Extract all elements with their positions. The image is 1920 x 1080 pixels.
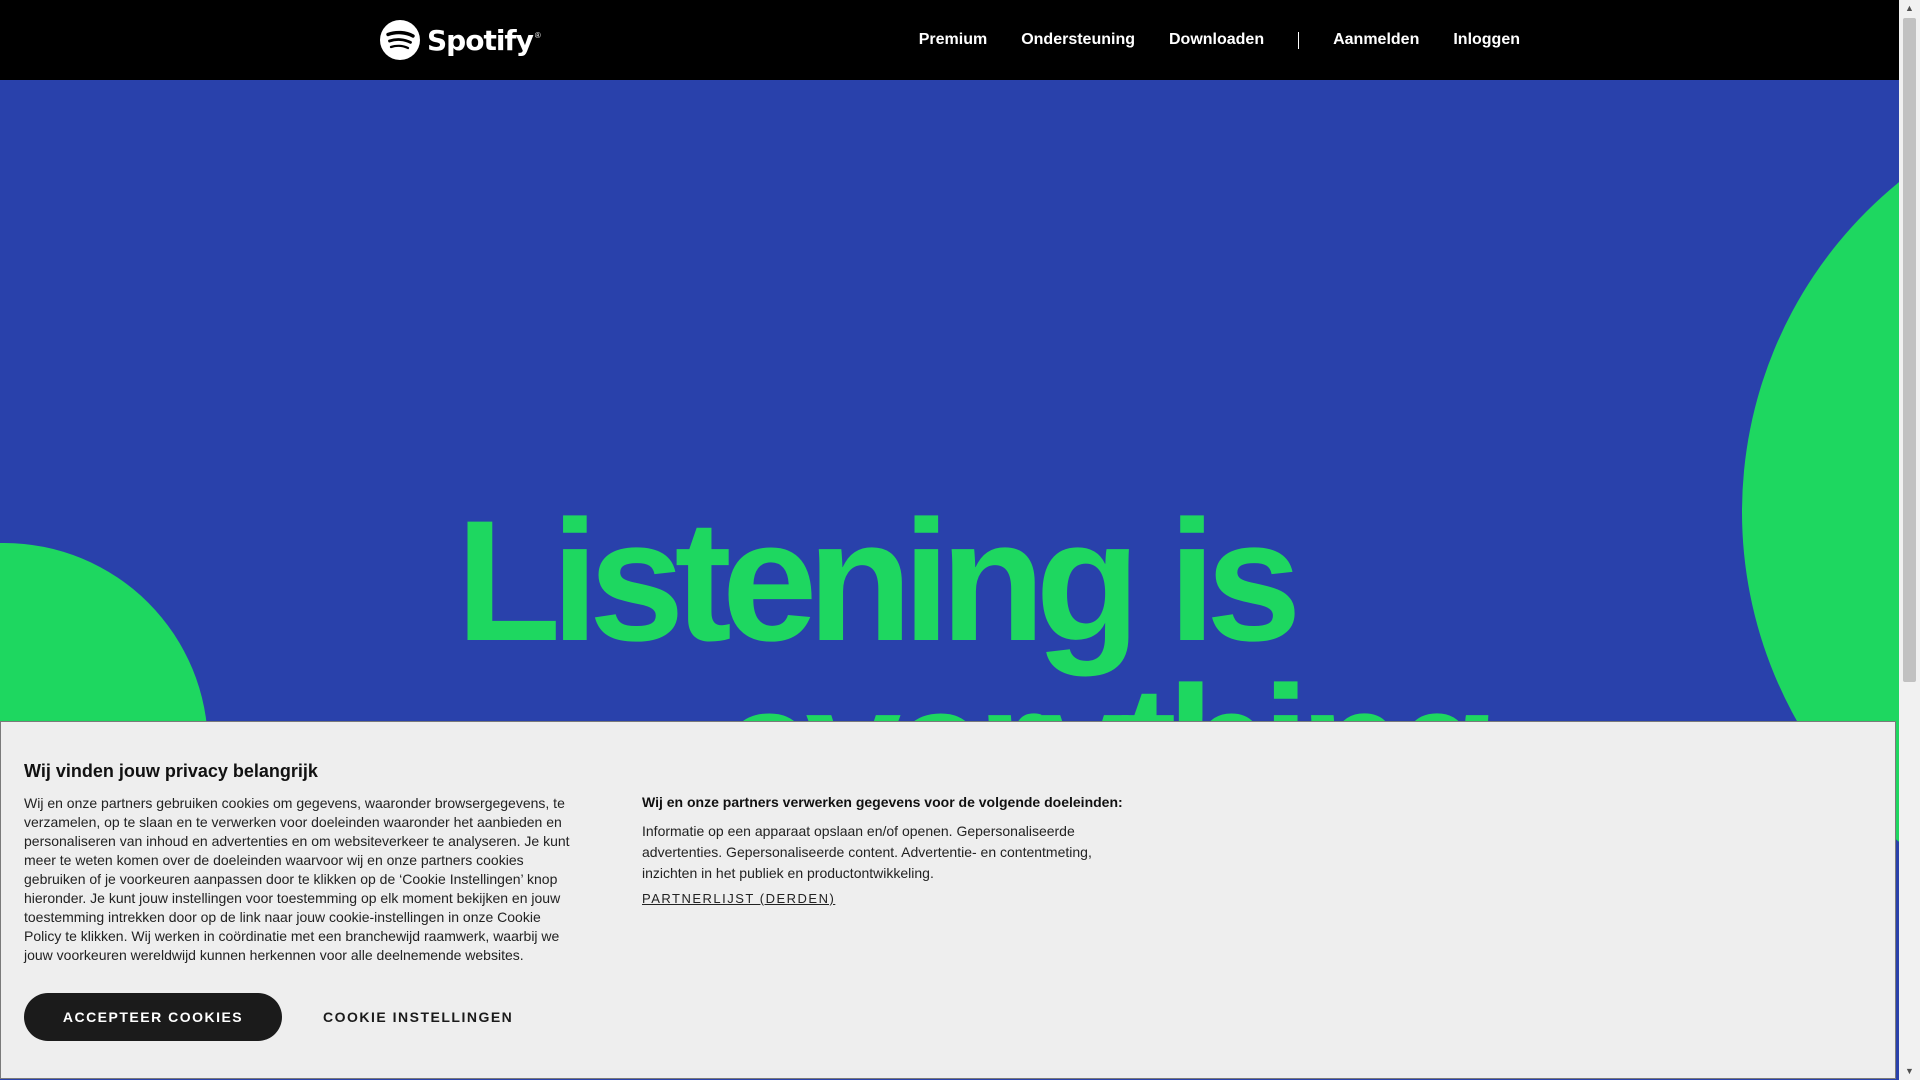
spotify-logo-icon bbox=[380, 20, 420, 60]
page-scrollbar[interactable]: ▲ ▼ bbox=[1899, 0, 1920, 1080]
scroll-up-arrow-icon[interactable]: ▲ bbox=[1899, 0, 1920, 17]
nav-divider bbox=[1298, 31, 1300, 49]
cookie-consent-banner: Wij vinden jouw privacy belangrijk Wij e… bbox=[0, 721, 1896, 1079]
cookie-banner-description: Wij en onze partners gebruiken cookies o… bbox=[24, 795, 570, 963]
nav-support-link[interactable]: Ondersteuning bbox=[1021, 31, 1135, 49]
nav-download-link[interactable]: Downloaden bbox=[1169, 31, 1264, 49]
cookie-settings-button[interactable]: COOKIE INSTELLINGEN bbox=[323, 993, 513, 1041]
nav-premium-link[interactable]: Premium bbox=[919, 31, 987, 49]
scroll-down-arrow-icon[interactable]: ▼ bbox=[1899, 1063, 1920, 1080]
nav-signup-link[interactable]: Aanmelden bbox=[1333, 31, 1419, 49]
page-viewport: Spotify ® Premium Ondersteuning Download… bbox=[0, 0, 1899, 1080]
hero-headline-line-1: Listening is bbox=[456, 485, 1302, 678]
scrollbar-thumb[interactable] bbox=[1903, 18, 1916, 682]
cookie-purposes-text: Informatie op een apparaat opslaan en/of… bbox=[642, 823, 1092, 881]
cookie-purposes-heading: Wij en onze partners verwerken gegevens … bbox=[642, 794, 1123, 810]
accept-cookies-button[interactable]: ACCEPTEER COOKIES bbox=[24, 993, 282, 1041]
nav-login-link[interactable]: Inloggen bbox=[1453, 31, 1520, 49]
brand-name: Spotify bbox=[427, 23, 534, 57]
brand-trademark: ® bbox=[534, 30, 541, 40]
spotify-logo-link[interactable]: Spotify ® bbox=[379, 19, 541, 61]
cookie-banner-title: Wij vinden jouw privacy belangrijk bbox=[24, 761, 318, 781]
main-nav: Premium Ondersteuning Downloaden Aanmeld… bbox=[919, 0, 1520, 80]
partner-list-link[interactable]: PARTNERLIJST (DERDEN) bbox=[642, 891, 835, 906]
top-navbar: Spotify ® Premium Ondersteuning Download… bbox=[0, 0, 1899, 80]
